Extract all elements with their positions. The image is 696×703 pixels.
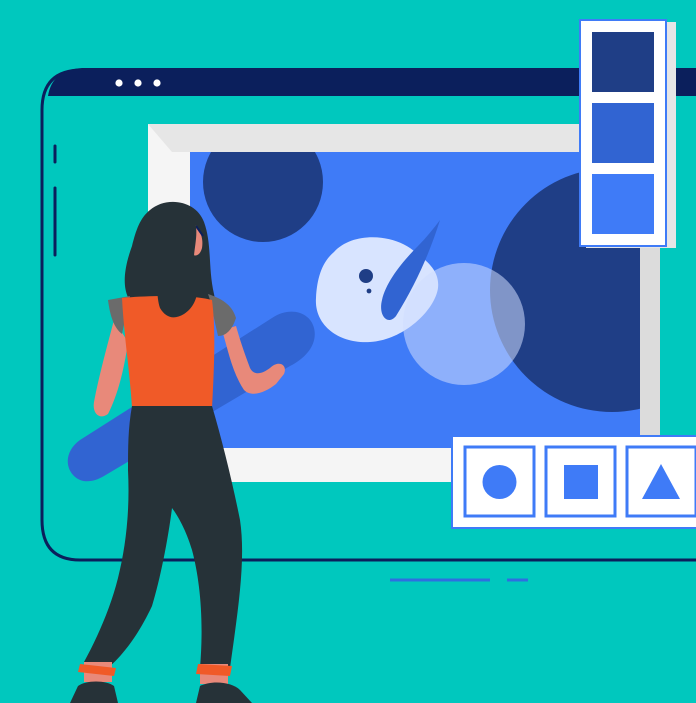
swatch-dark-blue[interactable] — [592, 32, 654, 92]
window-control-dot-icon[interactable] — [115, 79, 123, 87]
paint-dot-small — [366, 288, 372, 294]
square-tool[interactable] — [544, 445, 617, 518]
right-sock-band — [196, 664, 232, 676]
square-icon — [564, 465, 598, 499]
translucent-circle — [403, 263, 525, 385]
swatch-palette — [579, 19, 676, 248]
circle-tool[interactable] — [463, 445, 536, 518]
window-control-dot-icon[interactable] — [153, 79, 161, 87]
circle-icon — [482, 465, 517, 499]
swatch-bright-blue[interactable] — [592, 174, 654, 234]
triangle-tool[interactable] — [625, 445, 696, 518]
shape-toolbar — [451, 435, 696, 529]
swatch-medium-blue[interactable] — [592, 103, 654, 163]
window-control-dot-icon[interactable] — [134, 79, 142, 87]
paint-dot-large — [359, 269, 373, 283]
illustration-scene — [0, 0, 696, 703]
